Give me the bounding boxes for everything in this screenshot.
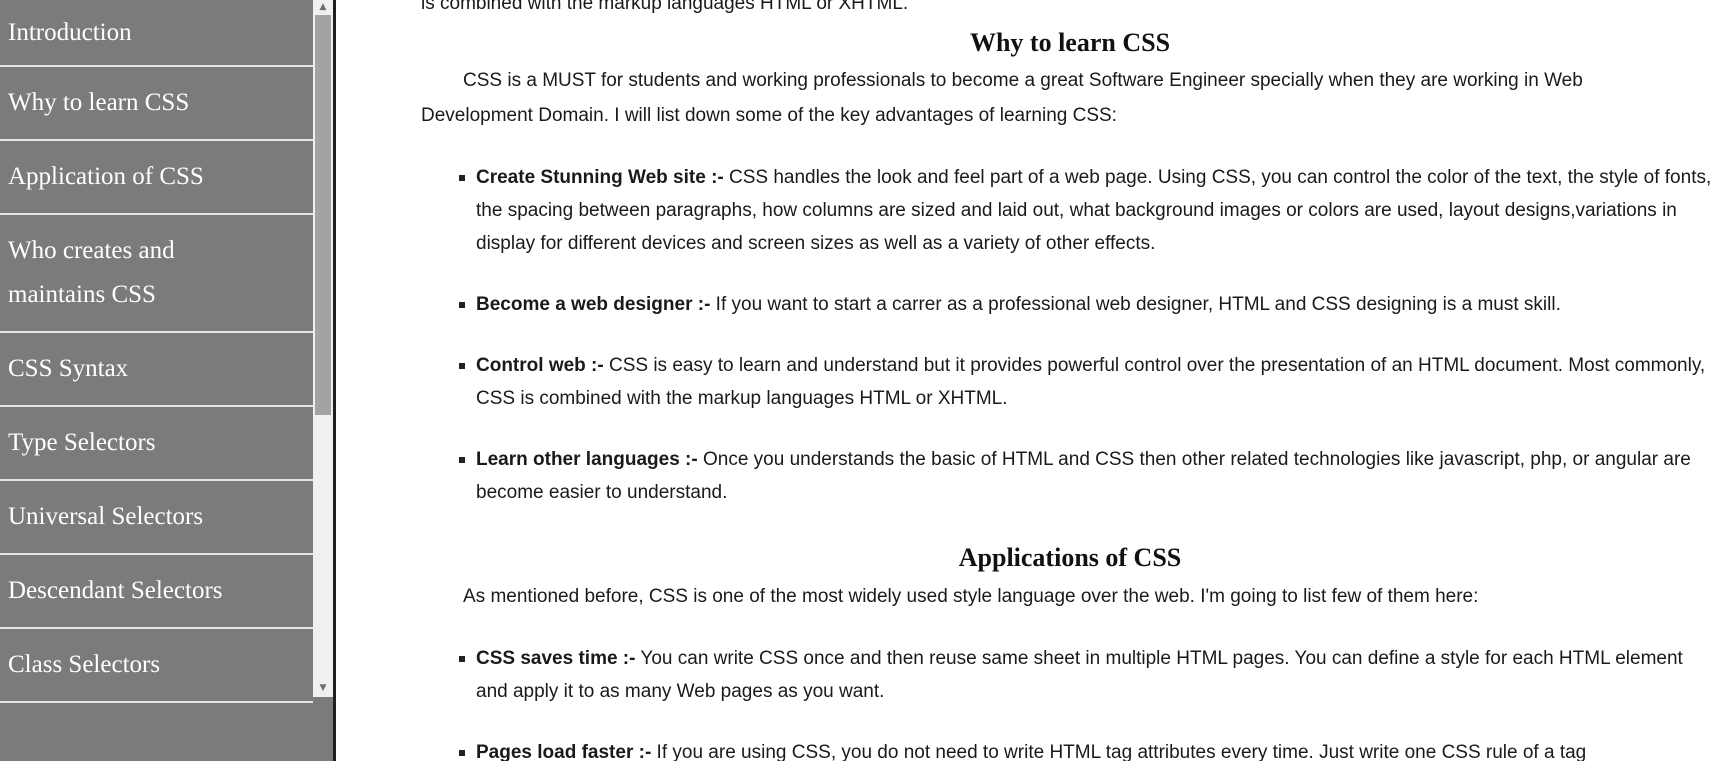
bullet-icon bbox=[459, 302, 465, 308]
sidebar-item-label: Application of CSS bbox=[8, 163, 204, 190]
applications-heading: Applications of CSS bbox=[958, 543, 1182, 572]
sidebar-item-descendant-selectors[interactable]: Descendant Selectors bbox=[0, 555, 313, 629]
why-paragraph-line-1: CSS is a MUST for students and working p… bbox=[463, 70, 1583, 91]
list-item-text: You can write CSS once and then reuse sa… bbox=[476, 648, 1683, 702]
sidebar-item-who-creates-css[interactable]: Who creates and maintains CSS bbox=[0, 215, 313, 333]
list-item-term: Become a web designer :- bbox=[476, 294, 711, 315]
sidebar-item-universal-selectors[interactable]: Universal Selectors bbox=[0, 481, 313, 555]
sidebar-item-label: Why to learn CSS bbox=[8, 89, 190, 116]
sidebar-list: Introduction Why to learn CSS Applicatio… bbox=[0, 0, 313, 703]
sidebar-item-label: CSS Syntax bbox=[8, 355, 129, 382]
why-paragraph-line-2: Development Domain. I will list down som… bbox=[421, 105, 1117, 126]
sidebar-item-why-to-learn-css[interactable]: Why to learn CSS bbox=[0, 67, 313, 141]
list-item-term: Learn other languages :- bbox=[476, 449, 698, 470]
list-item-text: If you want to start a carrer as a profe… bbox=[710, 294, 1561, 315]
list-item-term: Create Stunning Web site :- bbox=[476, 167, 724, 188]
list-item-term: Control web :- bbox=[476, 355, 604, 376]
sidebar-item-label: Descendant Selectors bbox=[8, 577, 223, 604]
scroll-up-icon[interactable]: ▲ bbox=[313, 0, 333, 14]
scrollbar-thumb[interactable] bbox=[315, 15, 331, 415]
list-item-pages-load: Pages load faster :- If you are using CS… bbox=[476, 736, 1719, 761]
sidebar-item-class-selectors[interactable]: Class Selectors bbox=[0, 629, 313, 703]
list-item-term: Pages load faster :- bbox=[476, 742, 652, 761]
list-item-web-designer: Become a web designer :- If you want to … bbox=[476, 288, 1719, 321]
sidebar-item-label: Universal Selectors bbox=[8, 503, 204, 530]
sidebar-item-type-selectors[interactable]: Type Selectors bbox=[0, 407, 313, 481]
bullet-icon bbox=[459, 750, 465, 756]
list-item-saves-time: CSS saves time :- You can write CSS once… bbox=[476, 642, 1719, 708]
list-item-other-languages: Learn other languages :- Once you unders… bbox=[476, 443, 1719, 509]
sidebar-item-application-of-css[interactable]: Application of CSS bbox=[0, 141, 313, 215]
list-item-term: CSS saves time :- bbox=[476, 648, 636, 669]
scroll-up-glyph: ▲ bbox=[319, 2, 327, 12]
applications-intro: As mentioned before, CSS is one of the m… bbox=[463, 586, 1479, 607]
scroll-down-icon[interactable]: ▼ bbox=[313, 679, 333, 697]
list-item-text: CSS is easy to learn and understand but … bbox=[476, 355, 1706, 409]
sidebar-item-introduction[interactable]: Introduction bbox=[0, 0, 313, 67]
bullet-icon bbox=[459, 656, 465, 662]
scroll-down-glyph: ▼ bbox=[319, 683, 327, 693]
sidebar-item-label: Type Selectors bbox=[8, 429, 156, 456]
main-content: is combined with the markup languages HT… bbox=[421, 0, 1719, 761]
why-to-learn-heading: Why to learn CSS bbox=[969, 28, 1171, 57]
sidebar-item-css-syntax[interactable]: CSS Syntax bbox=[0, 333, 313, 407]
list-item-create-stunning: Create Stunning Web site :- CSS handles … bbox=[476, 161, 1719, 260]
bullet-icon bbox=[459, 457, 465, 463]
top-text-fragment: is combined with the markup languages HT… bbox=[421, 0, 909, 14]
list-item-text: If you are using CSS, you do not need to… bbox=[651, 742, 1587, 761]
sidebar-nav: Introduction Why to learn CSS Applicatio… bbox=[0, 0, 336, 761]
sidebar-item-label: Who creates and maintains CSS bbox=[8, 237, 175, 308]
bullet-icon bbox=[459, 175, 465, 181]
bullet-icon bbox=[459, 363, 465, 369]
sidebar-item-label: Class Selectors bbox=[8, 651, 161, 678]
sidebar-scrollbar[interactable]: ▲ ▼ bbox=[313, 0, 333, 697]
list-item-control-web: Control web :- CSS is easy to learn and … bbox=[476, 349, 1719, 415]
sidebar-item-label: Introduction bbox=[8, 18, 132, 46]
